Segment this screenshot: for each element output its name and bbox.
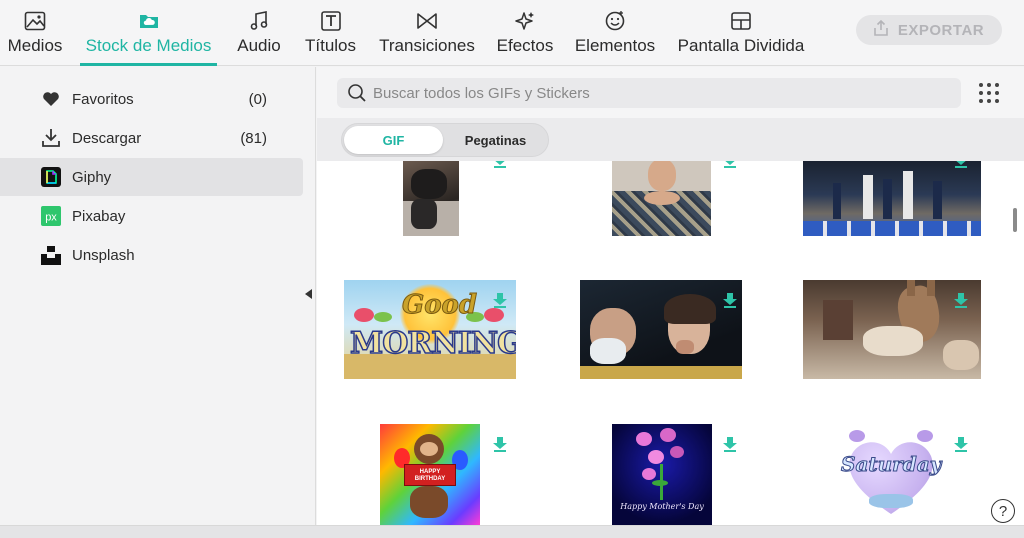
tab-label: Efectos bbox=[496, 36, 554, 55]
tab-label: Pantalla Dividida bbox=[677, 36, 805, 55]
tab-audio[interactable]: Audio bbox=[236, 0, 282, 66]
tab-label: Títulos bbox=[304, 36, 357, 55]
split-screen-icon bbox=[730, 10, 752, 32]
download-icon[interactable] bbox=[493, 293, 507, 309]
tab-pantalla-dividida[interactable]: Pantalla Dividida bbox=[676, 0, 806, 66]
download-icon[interactable] bbox=[954, 161, 968, 169]
tab-label: Transiciones bbox=[379, 36, 475, 55]
sidebar-item-count: (81) bbox=[240, 129, 267, 147]
gif-thumbnail[interactable] bbox=[403, 161, 459, 236]
bowtie-icon bbox=[416, 10, 438, 32]
sidebar-item-favoritos[interactable]: Favoritos (0) bbox=[0, 80, 303, 118]
download-icon[interactable] bbox=[723, 161, 737, 169]
type-segmented-control: GIF Pegatinas bbox=[341, 123, 549, 157]
active-tab-indicator bbox=[80, 63, 217, 66]
smiley-sticker-icon bbox=[604, 10, 626, 32]
download-icon[interactable] bbox=[493, 437, 507, 453]
sidebar-item-giphy[interactable]: Giphy bbox=[0, 158, 303, 196]
sidebar-item-unsplash[interactable]: Unsplash bbox=[0, 236, 303, 274]
export-icon bbox=[874, 19, 888, 40]
collapse-sidebar-arrow-icon[interactable] bbox=[305, 289, 312, 299]
gif-toggle[interactable]: GIF bbox=[344, 126, 443, 154]
tab-elementos[interactable]: Elementos bbox=[573, 0, 657, 66]
saturday-text: Saturday bbox=[841, 452, 942, 477]
gif-thumbnail[interactable] bbox=[612, 161, 711, 236]
unsplash-logo-icon bbox=[40, 244, 62, 266]
tab-stock-de-medios[interactable]: Stock de Medios bbox=[80, 0, 217, 66]
sidebar-item-label: Unsplash bbox=[72, 246, 135, 264]
export-button[interactable]: EXPORTAR bbox=[856, 15, 1002, 45]
sidebar-item-label: Descargar bbox=[72, 129, 142, 147]
tab-label: Stock de Medios bbox=[85, 36, 212, 55]
heart-icon bbox=[40, 88, 62, 110]
gif-thumbnail[interactable] bbox=[803, 161, 981, 236]
download-icon bbox=[40, 127, 62, 149]
grid-menu-icon[interactable] bbox=[979, 83, 999, 103]
good-morning-line2: MORNING bbox=[349, 325, 516, 362]
download-icon[interactable] bbox=[954, 437, 968, 453]
gif-thumbnail-saturday[interactable]: Saturday bbox=[839, 424, 943, 525]
tab-label: Medios bbox=[7, 36, 63, 55]
tab-label: Elementos bbox=[574, 36, 656, 55]
download-icon[interactable] bbox=[954, 293, 968, 309]
search-box[interactable] bbox=[337, 78, 961, 108]
download-icon[interactable] bbox=[723, 437, 737, 453]
sidebar-item-descargar[interactable]: Descargar (81) bbox=[0, 119, 303, 157]
sidebar: Favoritos (0) Descargar (81) Giphy px Pi… bbox=[0, 67, 316, 525]
search-input[interactable] bbox=[373, 84, 953, 102]
main-content: GIF Pegatinas bbox=[317, 67, 1024, 525]
stickers-toggle[interactable]: Pegatinas bbox=[445, 126, 546, 154]
download-icon[interactable] bbox=[493, 161, 507, 169]
giphy-logo-icon bbox=[40, 166, 62, 188]
filter-bar: GIF Pegatinas bbox=[317, 118, 1024, 161]
bottom-panel-edge bbox=[0, 525, 1024, 538]
tab-medios[interactable]: Medios bbox=[6, 0, 64, 66]
tab-titulos[interactable]: Títulos bbox=[303, 0, 358, 66]
help-icon[interactable]: ? bbox=[991, 499, 1015, 523]
download-icon[interactable] bbox=[723, 293, 737, 309]
gif-thumbnail-mothers-day[interactable]: Happy Mother's Day bbox=[612, 424, 712, 525]
image-icon bbox=[24, 10, 46, 32]
gif-grid: Good MORNING HAPPY BIRTHDAY Happy Mother… bbox=[317, 161, 1024, 525]
gif-thumbnail[interactable] bbox=[580, 280, 742, 379]
sidebar-item-label: Giphy bbox=[72, 168, 112, 186]
sidebar-item-count: (0) bbox=[248, 90, 267, 108]
tab-efectos[interactable]: Efectos bbox=[495, 0, 555, 66]
tab-label: Audio bbox=[237, 36, 281, 55]
svg-text:px: px bbox=[45, 212, 57, 224]
search-icon bbox=[347, 83, 367, 103]
top-toolbar: Medios Stock de Medios Audio Títulos Tra… bbox=[0, 0, 1024, 66]
export-label: EXPORTAR bbox=[897, 21, 985, 39]
text-t-icon bbox=[320, 10, 342, 32]
mothers-day-text: Happy Mother's Day bbox=[620, 502, 704, 511]
sparkle-icon bbox=[514, 10, 536, 32]
scrollbar[interactable] bbox=[1013, 208, 1017, 232]
tab-transiciones[interactable]: Transiciones bbox=[377, 0, 477, 66]
cloud-folder-icon bbox=[138, 10, 160, 32]
birthday-banner: HAPPY BIRTHDAY bbox=[404, 464, 456, 486]
sidebar-item-label: Favoritos bbox=[72, 90, 134, 108]
good-morning-line1: Good bbox=[401, 290, 478, 321]
pixabay-logo-icon: px bbox=[40, 205, 62, 227]
gif-thumbnail-good-morning[interactable]: Good MORNING bbox=[344, 280, 516, 379]
gif-thumbnail-birthday[interactable]: HAPPY BIRTHDAY bbox=[380, 424, 480, 525]
sidebar-item-pixabay[interactable]: px Pixabay bbox=[0, 197, 303, 235]
sidebar-item-label: Pixabay bbox=[72, 207, 126, 225]
music-note-icon bbox=[248, 10, 270, 32]
